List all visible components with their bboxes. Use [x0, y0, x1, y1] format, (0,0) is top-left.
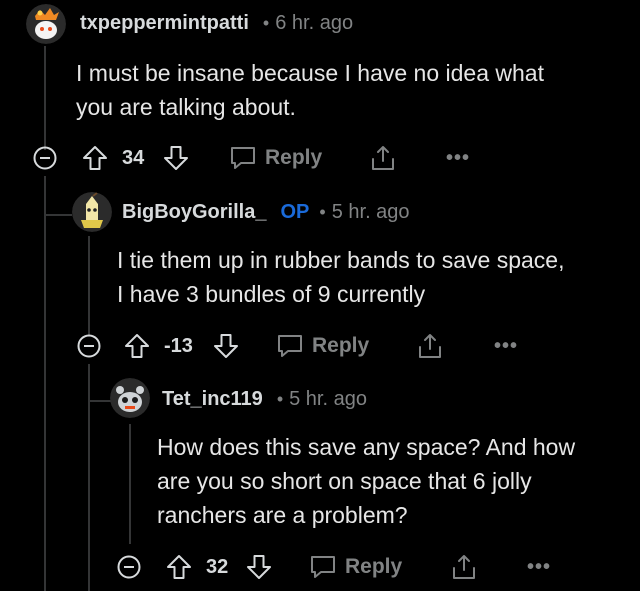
reply-button[interactable]: Reply: [229, 140, 322, 176]
share-icon: [419, 334, 441, 358]
thread-line: [44, 176, 46, 236]
speech-bubble-icon: [231, 147, 255, 169]
collapse-button[interactable]: [117, 549, 141, 585]
separator: •: [276, 389, 284, 409]
downvote-button[interactable]: [163, 140, 189, 176]
more-options-button[interactable]: •••: [527, 549, 551, 585]
comment-line: you are talking about.: [76, 94, 296, 120]
snoo-avatar-icon: [72, 192, 112, 232]
reply-label: Reply: [265, 146, 323, 169]
comment-actions: -13 Reply •••: [0, 328, 640, 364]
avatar[interactable]: [26, 4, 66, 44]
share-icon: [453, 555, 475, 579]
reply-button[interactable]: Reply: [276, 328, 369, 364]
timestamp[interactable]: 6 hr. ago: [275, 12, 353, 35]
timestamp[interactable]: 5 hr. ago: [332, 201, 410, 224]
avatar[interactable]: [72, 192, 112, 232]
speech-bubble-icon: [311, 556, 335, 578]
more-options-button[interactable]: •••: [494, 328, 518, 364]
thread-line: [129, 424, 131, 544]
vote-score: -13: [164, 334, 193, 357]
avatar[interactable]: [110, 378, 150, 418]
username[interactable]: BigBoyGorilla_: [122, 201, 266, 224]
upvote-button[interactable]: [124, 328, 150, 364]
reply-label: Reply: [312, 334, 370, 357]
share-button[interactable]: [370, 140, 396, 176]
comment-meta: Tet_inc119 • 5 hr. ago: [162, 388, 367, 411]
thread-line-connector: [44, 214, 72, 216]
collapse-button[interactable]: [77, 328, 101, 364]
arrow-up-icon: [167, 555, 191, 579]
upvote-button[interactable]: [166, 549, 192, 585]
arrow-down-icon: [214, 334, 238, 358]
vote-score: 34: [122, 146, 145, 169]
comment-actions: 34 Reply •••: [0, 140, 640, 176]
share-button[interactable]: [417, 328, 443, 364]
comment-line: How does this save any space? And how: [157, 434, 576, 460]
arrow-up-icon: [83, 146, 107, 170]
op-badge: OP: [280, 201, 310, 223]
separator: •: [262, 13, 270, 33]
comment-actions: 32 Reply •••: [0, 549, 640, 585]
comment-body: I must be insane because I have no idea …: [76, 56, 544, 124]
minus-circle-icon: [33, 146, 57, 170]
comment-line: ranchers are a problem?: [157, 502, 408, 528]
arrow-down-icon: [247, 555, 271, 579]
comment-line: I must be insane because I have no idea …: [76, 60, 544, 86]
comment-meta: txpeppermintpatti • 6 hr. ago: [80, 12, 353, 35]
arrow-up-icon: [125, 334, 149, 358]
reply-label: Reply: [345, 555, 403, 578]
snoo-avatar-icon: [26, 4, 66, 44]
more-options-button[interactable]: •••: [446, 140, 470, 176]
comment-line: I tie them up in rubber bands to save sp…: [117, 247, 565, 273]
reply-button[interactable]: Reply: [309, 549, 402, 585]
separator: •: [319, 202, 326, 222]
thread-line-connector: [88, 400, 112, 402]
minus-circle-icon: [77, 334, 101, 358]
downvote-button[interactable]: [213, 328, 239, 364]
timestamp[interactable]: 5 hr. ago: [289, 388, 367, 411]
upvote-button[interactable]: [82, 140, 108, 176]
comment-body: I tie them up in rubber bands to save sp…: [117, 243, 565, 311]
comment-body: How does this save any space? And how ar…: [157, 430, 575, 532]
speech-bubble-icon: [278, 335, 302, 357]
share-icon: [372, 146, 394, 170]
vote-score: 32: [206, 555, 229, 578]
downvote-button[interactable]: [246, 549, 272, 585]
thread-line: [44, 46, 46, 150]
snoo-avatar-icon: [110, 378, 150, 418]
share-button[interactable]: [451, 549, 477, 585]
username[interactable]: Tet_inc119: [162, 388, 263, 411]
collapse-button[interactable]: [33, 140, 57, 176]
thread-line: [88, 236, 90, 336]
thread-line: [44, 236, 46, 591]
arrow-down-icon: [164, 146, 188, 170]
comment-line: are you so short on space that 6 jolly: [157, 468, 532, 494]
minus-circle-icon: [117, 555, 141, 579]
comment-meta: BigBoyGorilla_ OP • 5 hr. ago: [122, 201, 410, 224]
username[interactable]: txpeppermintpatti: [80, 12, 249, 35]
comment-line: I have 3 bundles of 9 currently: [117, 281, 426, 307]
